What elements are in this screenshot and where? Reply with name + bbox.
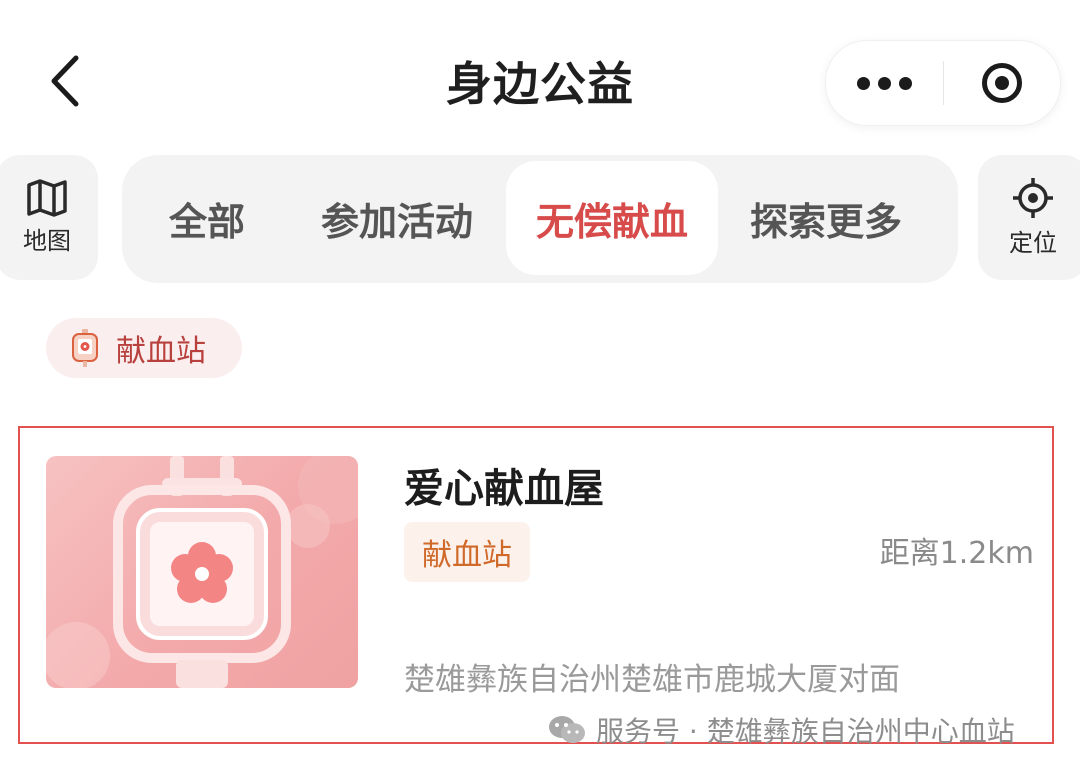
close-button[interactable]	[944, 41, 1061, 125]
more-dots-icon	[856, 76, 912, 90]
watermark: 服务号 · 楚雄彝族自治州中心血站	[548, 710, 1015, 750]
category-tabs: 全部 参加活动 无偿献血 探索更多	[122, 155, 958, 283]
blood-bag-icon	[70, 329, 100, 367]
watermark-text: 服务号 · 楚雄彝族自治州中心血站	[596, 715, 1015, 748]
navigation-bar: 身边公益	[0, 0, 1080, 150]
tab-all[interactable]: 全部	[122, 161, 292, 275]
locate-label: 定位	[1009, 229, 1057, 257]
site-type-tag: 献血站	[404, 522, 530, 582]
site-distance: 距离1.2km	[879, 536, 1034, 571]
chevron-left-icon	[51, 55, 79, 107]
filter-chip-label: 献血站	[116, 334, 206, 369]
blood-bag-illustration	[46, 456, 358, 688]
page-title: 身边公益	[446, 57, 634, 111]
target-icon	[981, 63, 1022, 103]
site-name: 爱心献血屋	[404, 466, 604, 512]
site-address: 楚雄彝族自治州楚雄市鹿城大厦对面	[404, 662, 900, 698]
map-label: 地图	[23, 227, 71, 255]
back-button[interactable]	[40, 50, 90, 112]
filter-chip-blood-station[interactable]: 献血站	[46, 318, 242, 378]
map-icon	[27, 179, 67, 217]
donation-site-card[interactable]: 爱心献血屋 献血站 距离1.2km 楚雄彝族自治州楚雄市鹿城大厦对面	[18, 426, 1054, 744]
more-button[interactable]	[826, 41, 943, 125]
tab-explore-more[interactable]: 探索更多	[722, 161, 930, 275]
mini-program-capsule	[825, 40, 1061, 126]
map-button[interactable]: 地图	[0, 155, 98, 280]
locate-button[interactable]: 定位	[978, 155, 1080, 280]
tab-join-activity[interactable]: 参加活动	[292, 161, 502, 275]
tab-blood-donation[interactable]: 无偿献血	[506, 161, 718, 275]
wechat-icon	[549, 716, 585, 743]
crosshair-icon	[1013, 178, 1053, 218]
